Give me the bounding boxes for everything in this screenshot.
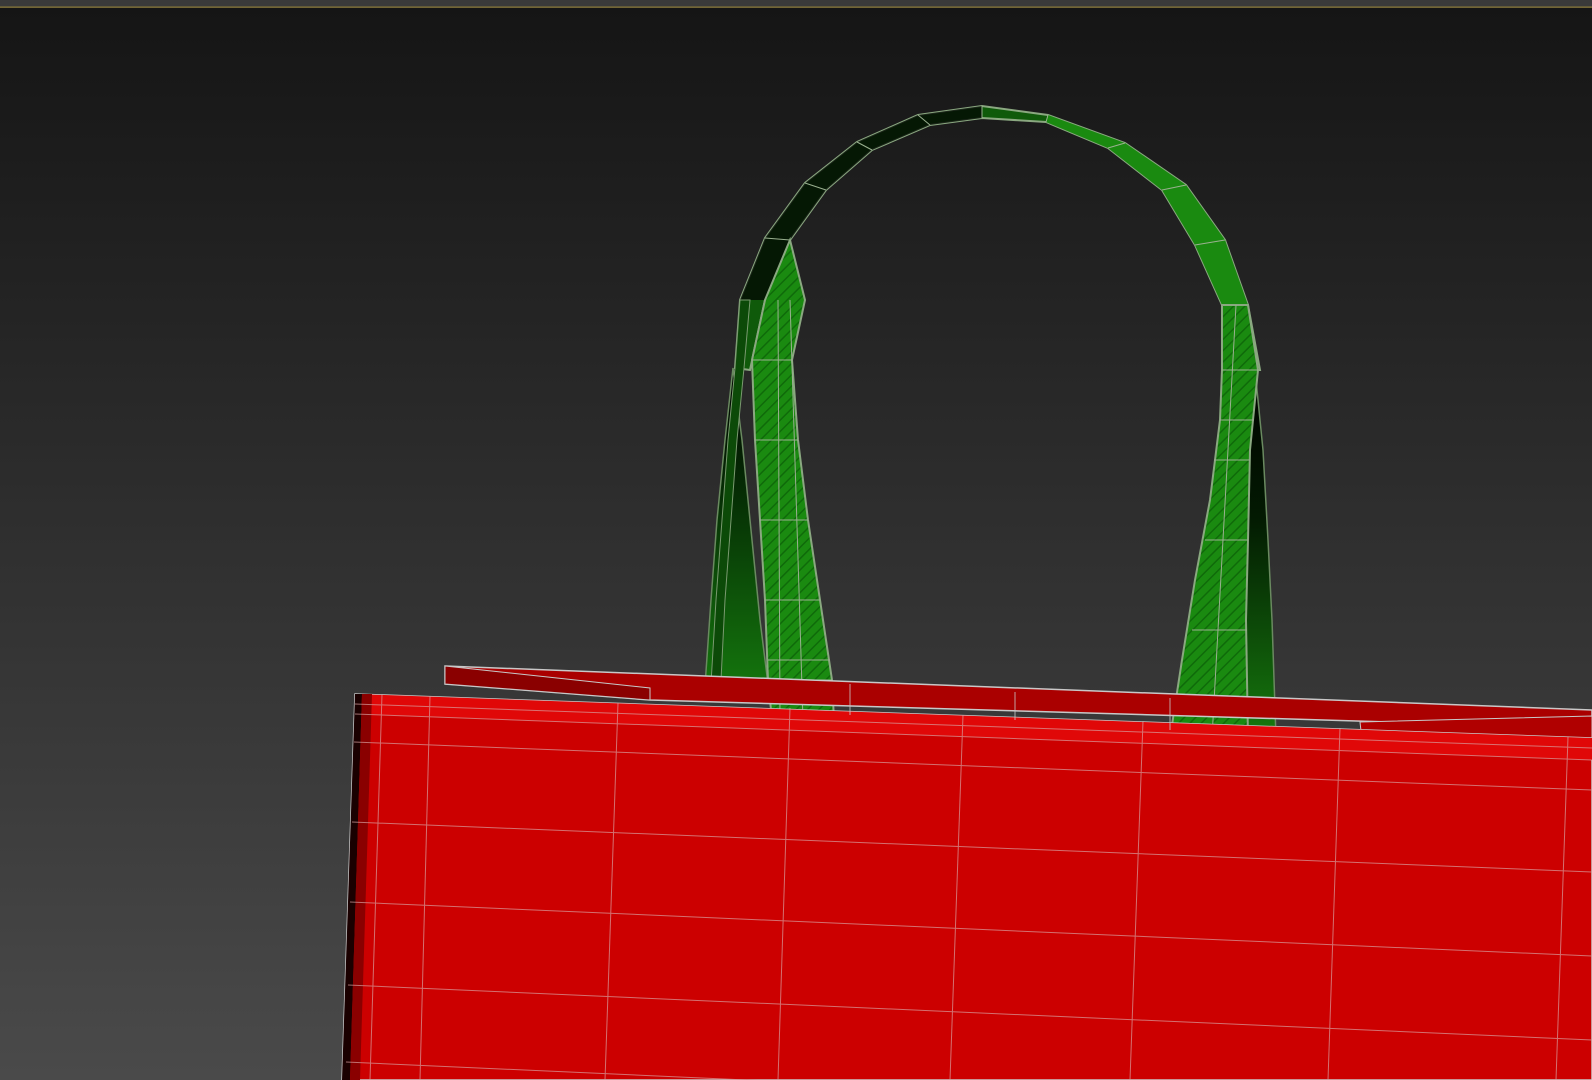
3d-viewport[interactable] bbox=[0, 0, 1592, 1080]
viewport-scene[interactable] bbox=[0, 0, 1592, 1080]
bag-front-panel[interactable] bbox=[341, 693, 1592, 1080]
